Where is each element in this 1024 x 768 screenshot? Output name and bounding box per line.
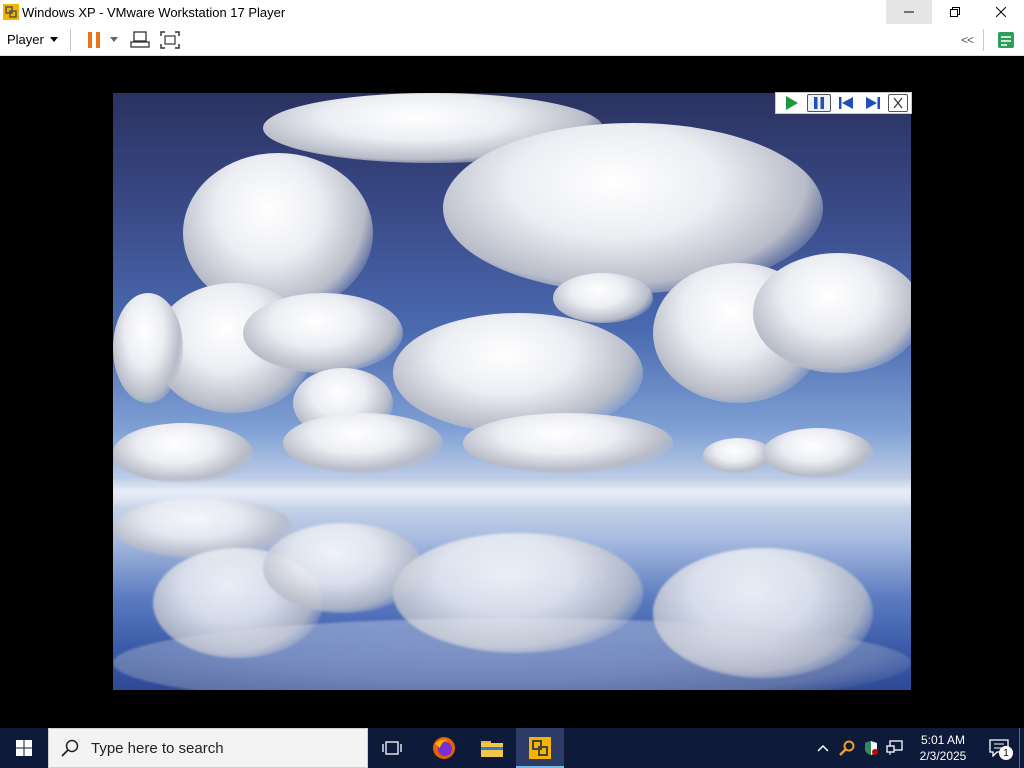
- clock-time: 5:01 AM: [920, 733, 966, 747]
- minimize-icon: [904, 11, 914, 13]
- pause-button[interactable]: [806, 94, 831, 112]
- taskbar-search-box[interactable]: Type here to search: [48, 728, 368, 768]
- magnifier-icon: [839, 740, 855, 756]
- task-view-button[interactable]: [368, 728, 416, 768]
- pause-icon: [813, 97, 824, 109]
- close-icon: [893, 97, 902, 109]
- task-view-icon: [382, 741, 402, 755]
- restore-icon: [950, 7, 960, 17]
- search-icon: [61, 739, 79, 757]
- vmware-app-icon: [3, 4, 19, 20]
- show-desktop-button[interactable]: [1019, 728, 1024, 768]
- vmware-toolbar: Player <<: [0, 24, 1024, 56]
- start-button[interactable]: [0, 728, 48, 768]
- firefox-icon: [433, 737, 455, 759]
- toolbar-divider: [983, 28, 984, 51]
- system-tray: 5:01 AM 2/3/2025 1: [811, 728, 1024, 768]
- firefox-taskbar-button[interactable]: [420, 728, 468, 768]
- clock-date: 2/3/2025: [919, 749, 967, 763]
- next-button[interactable]: [861, 94, 885, 112]
- network-keyboard-icon: [130, 30, 150, 48]
- minimize-button[interactable]: [886, 0, 932, 24]
- network-tray-button[interactable]: [883, 728, 907, 768]
- collapse-toolbar-button[interactable]: <<: [961, 33, 974, 47]
- guest-screensaver-image[interactable]: [113, 93, 911, 690]
- vm-library-button[interactable]: [992, 28, 1020, 52]
- play-button[interactable]: [780, 94, 804, 112]
- vm-display[interactable]: [0, 57, 1024, 728]
- network-icon: [886, 740, 903, 755]
- notes-icon: [998, 31, 1014, 48]
- pause-icon: [87, 31, 100, 48]
- player-menu-label: Player: [7, 32, 44, 47]
- chevron-down-icon: [49, 37, 58, 42]
- full-screen-button[interactable]: [155, 28, 185, 52]
- close-icon: [996, 7, 1006, 17]
- chevron-down-icon: [109, 37, 118, 42]
- show-hidden-icons-button[interactable]: [811, 728, 835, 768]
- action-center-button[interactable]: 1: [979, 728, 1019, 768]
- power-options-dropdown[interactable]: [107, 28, 121, 52]
- window-title: Windows XP - VMware Workstation 17 Playe…: [22, 4, 286, 20]
- toolbar-divider: [69, 28, 71, 51]
- file-explorer-taskbar-button[interactable]: [468, 728, 516, 768]
- next-icon: [865, 97, 880, 109]
- play-icon: [785, 96, 798, 110]
- suspend-pause-button[interactable]: [81, 28, 107, 52]
- slideshow-controls: [775, 92, 912, 114]
- security-tray-button[interactable]: [859, 728, 883, 768]
- restore-button[interactable]: [932, 0, 978, 24]
- file-explorer-icon: [481, 741, 503, 757]
- vmware-player-icon: [529, 737, 551, 759]
- fullscreen-icon: [160, 30, 180, 49]
- taskbar-clock[interactable]: 5:01 AM 2/3/2025: [907, 732, 979, 764]
- slideshow-close-button[interactable]: [887, 94, 908, 112]
- shield-icon: [865, 741, 878, 755]
- vmware-player-taskbar-button[interactable]: [516, 728, 564, 768]
- previous-icon: [838, 97, 853, 109]
- tray-search-button[interactable]: [835, 728, 859, 768]
- chevron-up-icon: [817, 744, 829, 752]
- title-bar: Windows XP - VMware Workstation 17 Playe…: [0, 0, 1024, 24]
- search-placeholder: Type here to search: [91, 739, 224, 757]
- send-ctrl-alt-del-button[interactable]: [125, 28, 155, 52]
- player-menu-button[interactable]: Player: [7, 28, 58, 52]
- previous-button[interactable]: [834, 94, 858, 112]
- close-window-button[interactable]: [978, 0, 1024, 24]
- windows-logo-icon: [16, 740, 32, 756]
- windows-taskbar: Type here to search 5:01 AM 2/3/2025 1: [0, 728, 1024, 768]
- notification-count-badge: 1: [999, 746, 1013, 760]
